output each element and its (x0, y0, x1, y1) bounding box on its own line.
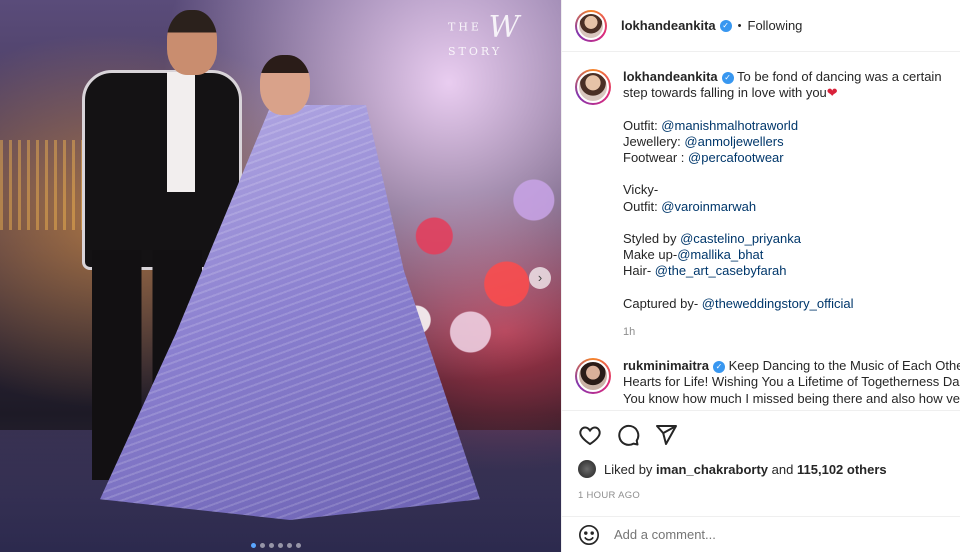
emoji-icon[interactable] (578, 524, 600, 546)
comments-list[interactable]: lokhandeankita ✓ To be fond of dancing wa… (562, 52, 960, 410)
carousel-dot (278, 543, 283, 548)
verified-badge-icon: ✓ (712, 361, 725, 374)
comment-input[interactable] (614, 527, 914, 542)
carousel-dot (296, 543, 301, 548)
header-separator: • (737, 19, 742, 32)
mention-link[interactable]: @castelino_priyanka (680, 231, 801, 246)
mention-link[interactable]: @varoinmarwah (661, 199, 756, 214)
verified-badge-icon: ✓ (719, 19, 732, 32)
mention-link[interactable]: @mallika_bhat (677, 247, 763, 262)
post-header: lokhandeankita ✓ • Following (562, 0, 960, 52)
author-username[interactable]: lokhandeankita (621, 18, 716, 33)
post-actions (562, 410, 960, 447)
post-photo[interactable]: THE W STORY › (0, 0, 561, 552)
carousel-dot (287, 543, 292, 548)
add-comment-bar (562, 516, 960, 552)
avatar[interactable] (575, 69, 611, 105)
comment-username[interactable]: rukminimaitra (623, 358, 709, 373)
caption-time: 1h (623, 326, 636, 339)
carousel-dot (251, 543, 256, 548)
likes-summary: Liked by iman_chakraborty and 115,102 ot… (578, 460, 887, 478)
mention-link[interactable]: @the_art_casebyfarah (655, 263, 787, 278)
share-icon[interactable] (654, 423, 678, 447)
avatar[interactable] (578, 460, 596, 478)
comment-row: rukminimaitra ✓ Keep Dancing to the Music… (562, 340, 960, 407)
chevron-right-icon[interactable]: › (529, 267, 551, 289)
caption-text: lokhandeankita ✓ To be fond of dancing wa… (623, 69, 960, 340)
caption-row: lokhandeankita ✓ To be fond of dancing wa… (562, 52, 960, 340)
verified-badge-icon: ✓ (721, 72, 734, 84)
carousel-dot (269, 543, 274, 548)
mention-link[interactable]: @theweddingstory_official (702, 296, 854, 311)
photo-watermark: THE W STORY (448, 10, 520, 58)
mention-link[interactable]: @percafootwear (688, 150, 784, 165)
avatar[interactable] (575, 9, 607, 42)
caption-username[interactable]: lokhandeankita (623, 69, 718, 84)
carousel-dot (260, 543, 265, 548)
likes-count[interactable]: 115,102 others (797, 462, 887, 477)
avatar[interactable] (575, 358, 611, 395)
heart-emoji: ❤ (826, 85, 838, 101)
comment-icon[interactable] (616, 423, 640, 447)
following-button[interactable]: Following (748, 18, 803, 33)
heart-icon[interactable] (578, 423, 602, 447)
bride-figure (100, 45, 480, 520)
post-timestamp[interactable]: 1 HOUR AGO (578, 490, 640, 501)
comment-text: rukminimaitra ✓ Keep Dancing to the Music… (623, 358, 960, 406)
liker-username[interactable]: iman_chakraborty (656, 462, 768, 477)
mention-link[interactable]: @anmoljewellers (684, 134, 783, 149)
post-side-panel: lokhandeankita ✓ • Following lokhandeank… (561, 0, 960, 552)
mention-link[interactable]: @manishmalhotraworld (661, 118, 798, 133)
carousel-dots (251, 543, 301, 548)
